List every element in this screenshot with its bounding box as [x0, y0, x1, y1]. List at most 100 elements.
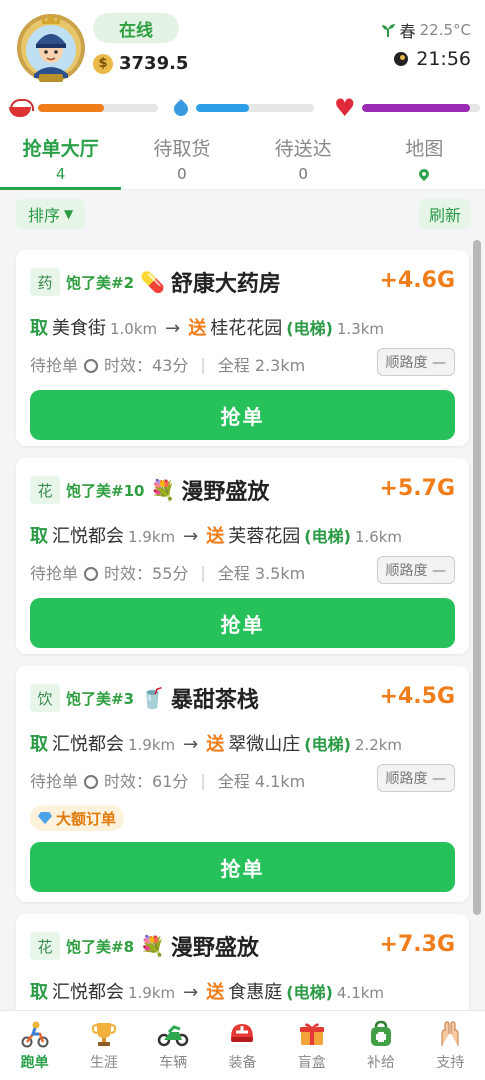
timer-icon [84, 567, 99, 581]
timer-icon [84, 775, 99, 789]
supply-bag-icon [365, 1019, 397, 1049]
order-card: 药 饱了美#2 💊 舒康大药房 +4.6G 取 美食街 1.0km → 送 桂花… [16, 250, 469, 446]
order-header: 药 饱了美#2 💊 舒康大药房 [30, 266, 281, 298]
refresh-button[interactable]: 刷新 [418, 199, 471, 229]
list-toolbar: 排序 ▼ 刷新 [0, 196, 485, 232]
pickup-place: 美食街 [52, 318, 106, 339]
nav-blind-box[interactable]: 盲盒 [277, 1011, 346, 1080]
tab-count: 0 [177, 165, 187, 183]
season-label: 春 [399, 22, 416, 41]
tab-pending-pickup[interactable]: 待取货 0 [121, 128, 242, 189]
order-meta: 待抢单 时效：61分 | 全程 4.1km [30, 768, 305, 792]
nav-vehicle[interactable]: 车辆 [139, 1011, 208, 1080]
order-status: 待抢单 [30, 564, 79, 583]
helmet-icon [226, 1019, 258, 1049]
nav-career[interactable]: 生涯 [69, 1011, 138, 1080]
coin-amount: 3739.5 [119, 53, 189, 74]
nav-label: 生涯 [89, 1055, 118, 1071]
sort-dropdown-icon: ▼ [64, 207, 74, 221]
category-tag: 饮 [30, 684, 60, 712]
shop-name: 漫野盛放 [170, 936, 259, 961]
hands-icon [434, 1019, 466, 1049]
pickup-distance: 1.9km [128, 984, 176, 1002]
order-route: 取 汇悦都会 1.9km → 送 食惠庭 (电梯) 4.1km [30, 978, 384, 1004]
elevator-tag: (电梯) [304, 735, 351, 754]
timer-icon [84, 359, 99, 373]
trophy-icon [88, 1019, 120, 1049]
game-clock: 21:56 [394, 48, 471, 70]
grab-order-button[interactable]: 抢单 [30, 842, 455, 892]
pill-icon: 💊 [140, 270, 165, 294]
large-order-badge: 大额订单 [30, 805, 125, 831]
dropoff-label: 送 [206, 982, 225, 1003]
dropoff-distance: 2.2km [354, 736, 403, 754]
order-card: 花 饱了美#10 💐 漫野盛放 +5.7G 取 汇悦都会 1.9km → 送 芙… [16, 458, 469, 654]
drink-cup-icon: 🥤 [140, 686, 165, 710]
nav-supply[interactable]: 补给 [346, 1011, 415, 1080]
sort-button[interactable]: 排序 ▼ [16, 199, 86, 229]
arrow-right-icon: → [183, 982, 199, 1003]
nav-equipment[interactable]: 装备 [208, 1011, 277, 1080]
thirst-bar-fill [196, 104, 250, 112]
order-header: 花 饱了美#10 💐 漫野盛放 [30, 474, 269, 506]
order-header: 饮 饱了美#3 🥤 暴甜茶栈 [30, 682, 259, 714]
route-fit-button[interactable]: 顺路度 — [376, 348, 455, 376]
platform-tag: 饱了美#8 [66, 937, 135, 956]
bouquet-icon: 💐 [140, 934, 165, 958]
order-route: 取 美食街 1.0km → 送 桂花花园 (电梯) 1.3km [30, 314, 384, 340]
sort-label: 排序 [28, 206, 61, 225]
nav-label: 支持 [436, 1055, 465, 1071]
grab-order-button[interactable]: 抢单 [30, 390, 455, 440]
platform-tag: 饱了美#2 [66, 273, 135, 292]
tab-label: 抢单大厅 [22, 138, 99, 160]
tab-order-hall[interactable]: 抢单大厅 4 [0, 128, 122, 190]
water-drop-icon [172, 97, 190, 119]
thirst-stat [172, 96, 314, 120]
order-list[interactable]: 药 饱了美#2 💊 舒康大药房 +4.6G 取 美食街 1.0km → 送 桂花… [0, 236, 485, 1010]
time-limit: 时效：43分 [104, 356, 189, 375]
hunger-bar [38, 104, 158, 112]
online-status-badge: 在线 [93, 13, 179, 43]
order-reward: +4.5G [379, 684, 455, 709]
nav-run-orders[interactable]: 跑单 [0, 1011, 69, 1080]
mood-bar-fill [361, 104, 471, 112]
dropoff-place: 芙蓉花园 [228, 526, 301, 547]
tab-pending-delivery[interactable]: 待送达 0 [243, 128, 364, 189]
order-card: 花 饱了美#8 💐 漫野盛放 +7.3G 取 汇悦都会 1.9km → 送 食惠… [16, 914, 469, 1010]
grab-order-button[interactable]: 抢单 [30, 598, 455, 648]
total-distance: 全程 3.5km [217, 564, 306, 583]
order-reward: +7.3G [379, 932, 455, 957]
route-fit-button[interactable]: 顺路度 — [376, 556, 455, 584]
rider-icon [19, 1019, 51, 1049]
pickup-place: 汇悦都会 [52, 734, 124, 755]
thirst-bar [196, 104, 314, 112]
order-meta: 待抢单 时效：55分 | 全程 3.5km [30, 560, 305, 584]
route-fit-button[interactable]: 顺路度 — [376, 764, 455, 792]
tab-label: 待取货 [153, 138, 211, 160]
avatar[interactable] [12, 8, 90, 86]
tab-map[interactable]: 地图 [364, 128, 485, 189]
mood-bar [361, 104, 480, 112]
dropoff-label: 送 [206, 734, 225, 755]
shop-name: 暴甜茶栈 [170, 688, 259, 713]
nav-support[interactable]: 支持 [416, 1011, 485, 1080]
tab-label: 地图 [405, 138, 444, 160]
elevator-tag: (电梯) [286, 319, 333, 338]
heart-icon: ♥ [334, 94, 356, 122]
dropoff-place: 桂花花园 [210, 318, 283, 339]
bottom-navigation: 跑单 生涯 车辆 装备 盲盒 补给 支持 [0, 1010, 485, 1080]
pickup-label: 取 [30, 318, 48, 339]
divider: | [200, 770, 206, 790]
tab-count: 4 [55, 165, 66, 183]
weather-display: 春 22.5°C [380, 18, 471, 42]
category-tag: 药 [30, 268, 60, 296]
elevator-tag: (电梯) [304, 527, 351, 546]
pickup-place: 汇悦都会 [52, 982, 124, 1003]
clock-time: 21:56 [416, 48, 471, 70]
motorbike-icon [157, 1019, 189, 1049]
arrow-right-icon: → [183, 734, 199, 755]
list-scrollbar[interactable] [473, 240, 481, 915]
order-reward: +4.6G [379, 268, 455, 293]
time-limit: 时效：55分 [104, 564, 189, 583]
dropoff-distance: 4.1km [336, 984, 385, 1002]
